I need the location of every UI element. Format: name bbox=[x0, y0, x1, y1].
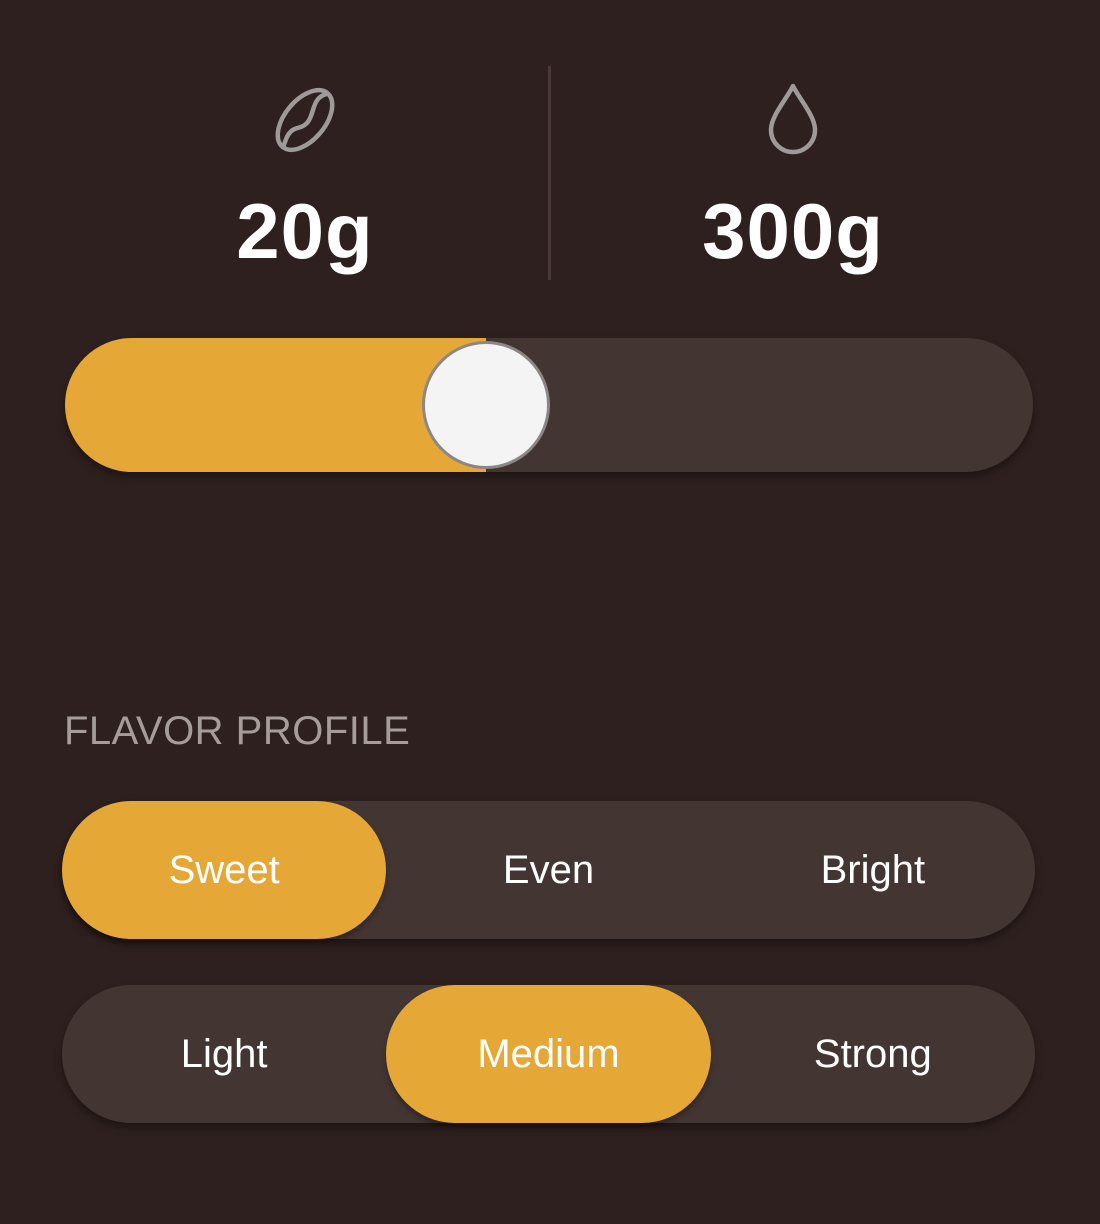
ratio-slider[interactable] bbox=[65, 338, 1033, 472]
strength-selector[interactable]: Light Medium Strong bbox=[62, 985, 1035, 1123]
strength-option-medium[interactable]: Medium bbox=[386, 985, 711, 1123]
ratio-divider bbox=[548, 66, 551, 280]
flavor-profile-selector[interactable]: Sweet Even Bright bbox=[62, 801, 1035, 939]
flavor-option-sweet[interactable]: Sweet bbox=[62, 801, 387, 939]
flavor-option-even[interactable]: Even bbox=[386, 801, 710, 939]
strength-option-strong[interactable]: Strong bbox=[711, 985, 1035, 1123]
coffee-amount-value: 20g bbox=[236, 187, 374, 275]
flavor-profile-label: FLAVOR PROFILE bbox=[64, 709, 411, 753]
slider-thumb[interactable] bbox=[422, 341, 550, 469]
coffee-bean-icon bbox=[275, 88, 335, 152]
water-amount-value: 300g bbox=[702, 187, 884, 275]
strength-option-light[interactable]: Light bbox=[62, 985, 386, 1123]
flavor-option-bright[interactable]: Bright bbox=[711, 801, 1035, 939]
water-drop-icon bbox=[768, 83, 818, 155]
water-amount[interactable]: 300g bbox=[593, 80, 993, 276]
ratio-panel: 20g 300g bbox=[0, 0, 1100, 300]
coffee-amount[interactable]: 20g bbox=[105, 80, 505, 276]
